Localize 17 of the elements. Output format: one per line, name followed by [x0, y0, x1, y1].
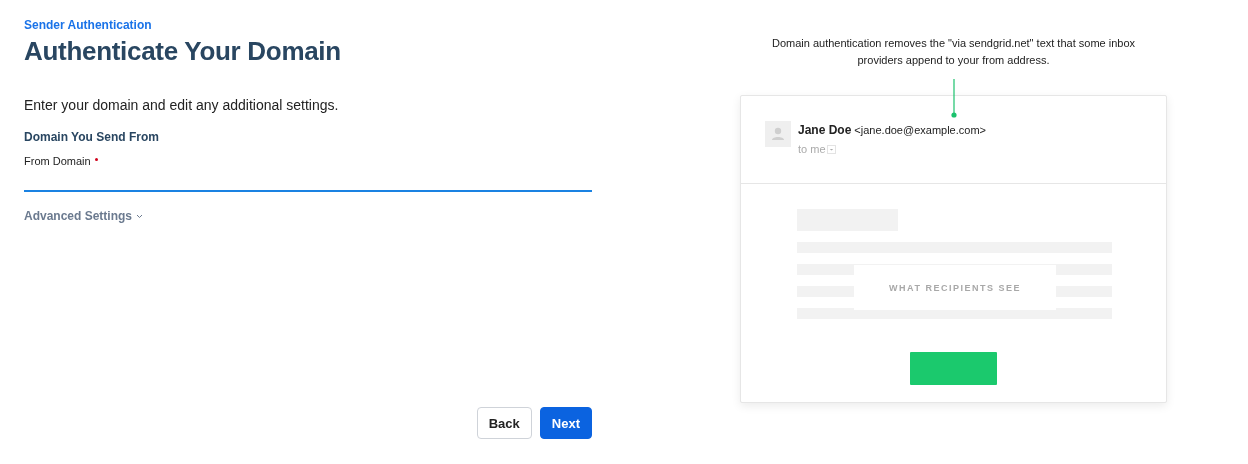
back-button[interactable]: Back [476, 407, 532, 439]
advanced-settings-toggle[interactable]: Advanced Settings [24, 209, 144, 223]
field-label: From Domain [24, 155, 91, 167]
recipient-text: to me [798, 143, 826, 155]
breadcrumb-link[interactable]: Sender Authentication [24, 18, 152, 32]
intro-text: Enter your domain and edit any additional settings. [24, 97, 339, 113]
section-heading: Domain You Send From [24, 130, 159, 144]
next-button[interactable]: Next [539, 407, 592, 439]
chevron-icon [136, 213, 144, 219]
page-title: Authenticate Your Domain [24, 36, 341, 67]
overlay-label: WHAT RECIPIENTS SEE [854, 265, 1056, 310]
leader-line [951, 79, 957, 119]
preview-caption: Domain authentication removes the "via sendgrid.net" text that some inbox providers append to your from address. [770, 36, 1137, 68]
sender-name: Jane Doe [798, 123, 852, 137]
sender-email: <jane.doe@example.com> [854, 124, 986, 136]
dropdown-icon [826, 144, 836, 154]
avatar-icon [765, 121, 791, 147]
